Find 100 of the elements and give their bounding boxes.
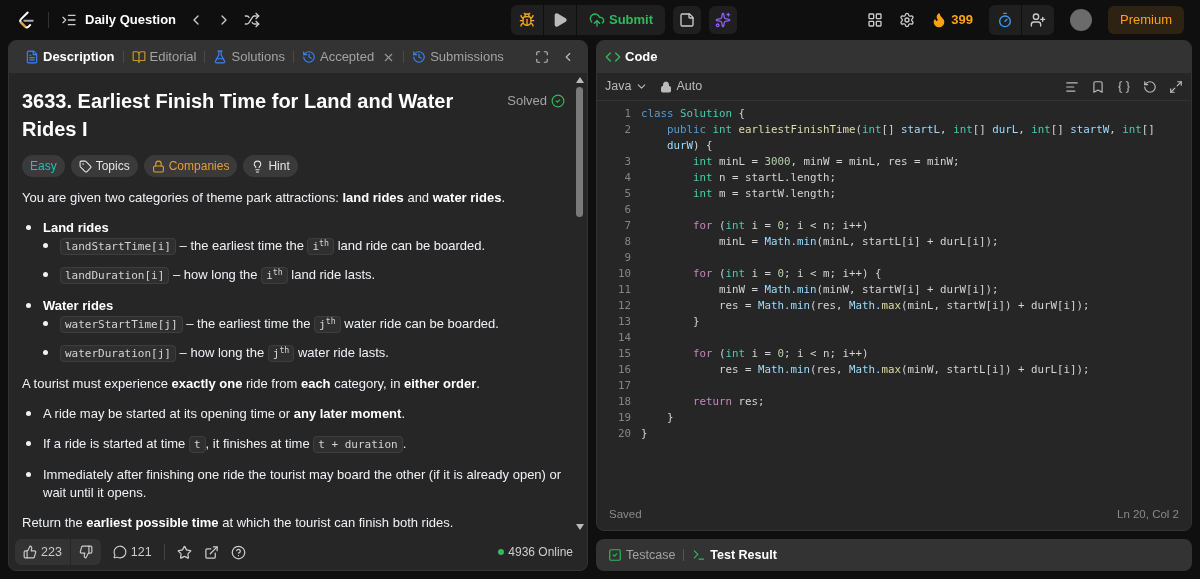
code-icon [605,49,621,65]
line-number: 9 [624,250,631,266]
bookmark-button[interactable] [1091,79,1105,94]
cloud-upload-icon [589,12,605,28]
bullet-icon [43,350,48,355]
panel-tab[interactable]: Editorial [127,47,201,67]
panel-tab[interactable]: Testcase [608,545,676,565]
code-line: for (int i = 0; i < n; i++) [692,218,870,234]
add-user-icon [1030,12,1046,28]
bullet-icon [26,303,31,308]
format-button[interactable] [1065,79,1079,94]
list-item-text: waterDuration[j] – how long the j$^{th}$ water ride lasts. [60,344,389,363]
terminal-icon [692,548,707,562]
code-line: } [692,314,701,330]
layout-button[interactable] [867,12,884,28]
tag-chip[interactable]: Hint [243,155,298,177]
checkbox-icon [608,548,622,562]
panel-title: Code [625,48,658,67]
line-number: 20 [618,426,631,442]
tag-chip[interactable]: Companies [143,155,238,177]
line-number: 5 [624,186,631,202]
line-number: 17 [618,378,631,394]
description-text: A tourist must experience exactly one ride from each category, in either order. [22,375,481,393]
note-button[interactable] [673,6,702,34]
document-icon [25,50,39,64]
grid-icon [867,12,884,28]
list-item-text: A ride may be started at its opening time or any later moment. [43,405,406,423]
flask-icon [213,50,228,64]
line-number: 3 [624,154,631,170]
panel-tab[interactable]: Test Result [692,545,777,565]
sparkles-icon [715,12,732,28]
code-line: int minL = 3000, minW = minL, res = minW; [692,154,961,170]
solved-status: Solved [507,92,547,110]
daily-question-link[interactable]: Daily Question [85,10,177,30]
expand-button[interactable] [1169,79,1183,94]
note-icon [679,12,696,28]
expand-icon [1169,79,1183,94]
shuffle-button[interactable] [244,12,261,28]
lock-icon [151,159,165,173]
bullet-icon [26,441,31,446]
cursor-position: Ln 20, Col 2 [1117,507,1179,523]
code-line: int m = startW.length; [692,186,838,202]
logo-icon[interactable] [16,9,36,31]
fullscreen-button[interactable] [535,50,549,64]
comments-button[interactable]: 121 [112,542,152,562]
code-line: } [641,426,649,442]
panel-tab[interactable]: Submissions [408,47,508,67]
history-icon [301,50,316,64]
line-number: 1 [624,106,631,122]
list-icon [61,12,77,28]
line-number: 10 [618,266,631,282]
thumbs-up-icon [23,545,37,559]
line-number: 4 [624,170,631,186]
book-icon [131,50,146,64]
line-number: 14 [618,330,631,346]
tag-chip[interactable]: Topics [70,155,138,177]
bullet-icon [43,272,48,277]
check-circle-icon [551,93,565,108]
bullet-icon [43,321,48,326]
code-line: res = Math.min(res, Math.max(minL, startW[i]) + durW[i]); [718,298,1091,314]
language-select[interactable]: Java [605,77,649,96]
save-status: Saved [609,507,642,523]
line-number: 8 [624,234,631,250]
submit-button[interactable]: Submit [576,5,666,35]
avatar[interactable] [1070,9,1092,31]
line-number: 19 [618,410,631,426]
help-button[interactable] [230,544,246,560]
braces-button[interactable] [1117,79,1131,94]
premium-button[interactable]: Premium [1108,6,1184,34]
scrollbar[interactable] [575,77,584,530]
auto-mode-button[interactable]: Auto [660,77,703,96]
list-item-text: If a ride is started at time t , it finishes at time t + duration . [43,435,407,454]
list-heading: Water rides [43,297,115,315]
undo-icon [1143,79,1157,94]
share-button[interactable] [203,544,219,560]
ai-button[interactable] [709,6,738,34]
tag-chip[interactable]: Easy [22,155,65,177]
bullet-icon [26,472,31,477]
panel-tab[interactable]: Solutions [209,47,289,67]
line-number: 18 [618,394,631,410]
play-icon [552,12,568,28]
description-text: Return the earliest possible time at which the tourist can finish both rides. [22,514,455,532]
reset-button[interactable] [1143,79,1157,94]
favorite-button[interactable] [176,544,192,560]
thumbs-down-icon [78,545,93,559]
description-text: You are given two categories of theme park attractions: land rides and water rides. [22,189,506,207]
streak-count[interactable]: 399 [951,10,973,30]
bullet-icon [43,243,48,248]
list-item-text: landStartTime[i] – the earliest time the i$^{th}$ land ride can be boarded. [60,237,486,256]
list-item-text: waterStartTime[j] – the earliest time the j$^{th}$ water ride can be boarded. [60,315,499,334]
code-line: return res; [692,394,766,410]
braces-icon [1117,79,1131,94]
settings-icon [899,12,916,28]
code-line: minW = Math.min(minW, startW[i] + durW[i]); [718,282,1000,298]
line-number: 7 [624,218,631,234]
panel-tab[interactable]: Description [21,47,119,67]
history-icon [412,50,427,64]
code-line: durW) { [666,138,714,154]
panel-tab[interactable]: Accepted [297,47,400,67]
settings-button[interactable] [899,12,916,28]
